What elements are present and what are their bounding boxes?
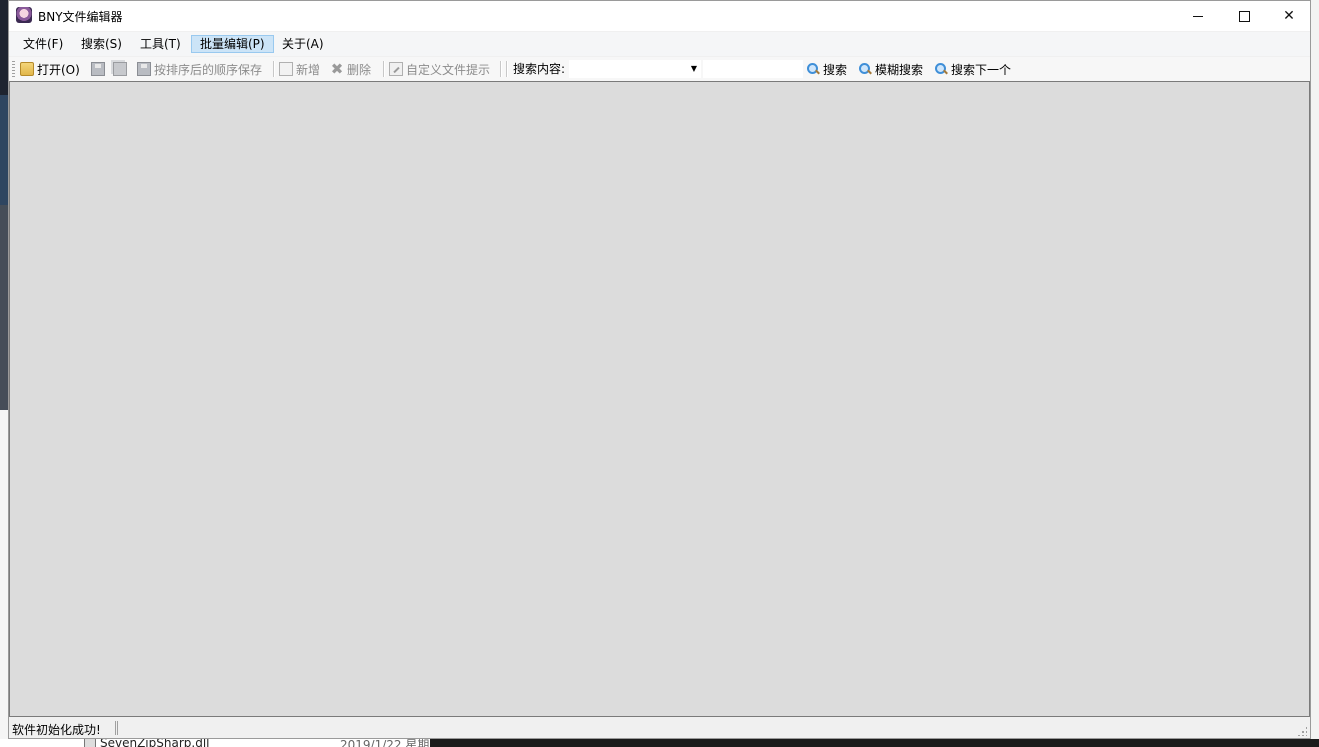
toolbar-separator xyxy=(506,61,508,77)
menu-tools[interactable]: 工具(T) xyxy=(132,35,189,53)
title-bar[interactable]: BNY文件编辑器 ✕ xyxy=(9,1,1310,31)
new-label: 新增 xyxy=(296,62,321,77)
close-button[interactable]: ✕ xyxy=(1266,1,1312,31)
new-document-icon xyxy=(279,62,293,76)
toolbar: 打开(O) 按排序后的顺序保存 新增 ✖ 删除 自定义文件提示 搜索内容: ▼ … xyxy=(9,57,1310,81)
save-all-button[interactable] xyxy=(113,60,127,78)
search-content-label: 搜索内容: xyxy=(513,62,566,76)
background-window-right xyxy=(1311,0,1319,747)
custom-hint-label: 自定义文件提示 xyxy=(406,62,491,77)
toolbar-separator xyxy=(500,61,502,77)
menu-bar: 文件(F) 搜索(S) 工具(T) 批量编辑(P) 关于(A) xyxy=(9,32,1310,56)
open-label: 打开(O) xyxy=(37,62,80,77)
status-separator xyxy=(115,721,118,735)
window-title: BNY文件编辑器 xyxy=(38,10,123,24)
fuzzy-search-label: 模糊搜索 xyxy=(875,62,924,77)
status-message: 软件初始化成功! xyxy=(12,723,101,737)
save-all-icon xyxy=(113,62,127,76)
background-file-list: SevenZipSharp.dll 2019/1/22 星期 xyxy=(0,736,1319,747)
search-button[interactable]: 搜索 xyxy=(806,60,847,78)
toolbar-separator xyxy=(273,61,275,77)
save-button[interactable] xyxy=(91,60,105,78)
new-button[interactable]: 新增 xyxy=(279,60,320,78)
maximize-button[interactable] xyxy=(1221,1,1267,31)
fuzzy-search-button[interactable]: 模糊搜索 xyxy=(858,60,923,78)
magnifier-icon xyxy=(806,62,820,76)
edit-document-icon xyxy=(389,62,403,76)
toolbar-separator xyxy=(383,61,385,77)
status-bar: 软件初始化成功! xyxy=(9,718,1310,738)
maximize-icon xyxy=(1238,10,1250,22)
delete-x-icon: ✖ xyxy=(330,60,344,78)
dropdown-arrow-icon[interactable]: ▼ xyxy=(689,60,699,78)
open-folder-icon xyxy=(20,62,34,76)
menu-search[interactable]: 搜索(S) xyxy=(73,35,130,53)
main-content-area[interactable] xyxy=(9,81,1310,717)
resize-grip-icon[interactable] xyxy=(1297,726,1307,736)
save-sorted-icon xyxy=(137,62,151,76)
delete-button[interactable]: ✖ 删除 xyxy=(330,60,371,78)
minimize-button[interactable] xyxy=(1175,1,1221,31)
close-icon: ✕ xyxy=(1283,8,1295,24)
menu-about[interactable]: 关于(A) xyxy=(274,35,332,53)
search-next-button[interactable]: 搜索下一个 xyxy=(934,60,1011,78)
menu-file[interactable]: 文件(F) xyxy=(15,35,71,53)
save-sorted-button[interactable]: 按排序后的顺序保存 xyxy=(137,60,262,78)
menu-batch-edit[interactable]: 批量编辑(P) xyxy=(191,35,274,53)
magnifier-icon xyxy=(858,62,872,76)
main-window: BNY文件编辑器 ✕ 文件(F) 搜索(S) 工具(T) 批量编辑(P) 关于(… xyxy=(8,0,1311,739)
toolbar-grip[interactable] xyxy=(12,61,15,77)
dll-file-icon xyxy=(84,738,96,747)
search-next-label: 搜索下一个 xyxy=(951,62,1012,77)
save-sorted-label: 按排序后的顺序保存 xyxy=(154,62,263,77)
save-icon xyxy=(91,62,105,76)
search-label: 搜索 xyxy=(823,62,848,77)
minimize-icon xyxy=(1193,15,1203,17)
search-input[interactable] xyxy=(703,60,803,78)
app-icon xyxy=(16,7,32,23)
magnifier-icon xyxy=(934,62,948,76)
open-button[interactable]: 打开(O) xyxy=(20,60,80,78)
search-field-combo[interactable]: ▼ xyxy=(569,60,701,78)
custom-hint-button[interactable]: 自定义文件提示 xyxy=(389,60,490,78)
delete-label: 删除 xyxy=(347,62,372,77)
